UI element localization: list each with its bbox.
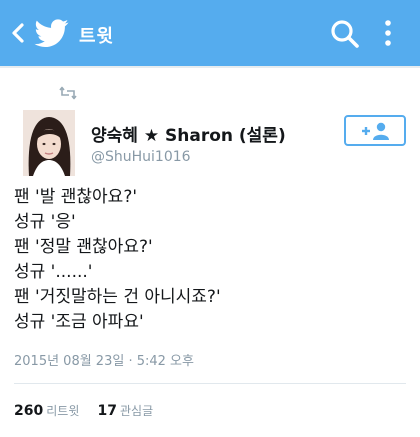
likes-count: 17	[97, 403, 117, 419]
follow-person-icon	[362, 122, 389, 140]
retweets-count: 260	[14, 403, 44, 419]
likes-stat[interactable]: 17 관심글	[97, 403, 154, 419]
tweet-line: 성규 '응'	[14, 212, 76, 232]
tweet-line: 성규 '조금 아파요'	[14, 312, 144, 332]
avatar[interactable]	[23, 110, 75, 176]
tweet-line: 팬 '거짓말하는 건 아니시죠?'	[14, 287, 221, 307]
retweets-stat[interactable]: 260 리트윗	[14, 403, 80, 419]
stats-divider	[14, 383, 406, 384]
tweet-text: 팬 '발 괜찮아요?' 성규 '응' 팬 '정말 괜찮아요?' 성규 '....…	[14, 185, 221, 335]
likes-label: 관심글	[119, 404, 154, 418]
header-divider	[0, 66, 420, 68]
tweet-stats: 260 리트윗 17 관심글	[14, 402, 153, 419]
page-title: 트윗	[79, 26, 115, 47]
follow-button[interactable]	[344, 115, 406, 146]
author-handle[interactable]: @ShuHui1016	[91, 149, 191, 165]
author-name[interactable]: 양숙혜 ★ Sharon (설론)	[91, 121, 286, 146]
tweet-line: 팬 '발 괜찮아요?'	[14, 187, 138, 207]
more-vertical-icon[interactable]	[380, 18, 396, 48]
search-icon[interactable]	[329, 18, 361, 50]
retweet-icon	[59, 86, 77, 100]
twitter-bird-icon	[34, 19, 69, 48]
avatar-image	[23, 110, 75, 176]
back-arrow-icon[interactable]	[8, 22, 28, 44]
tweet-timestamp: 2015년 08월 23일 · 5:42 오후	[14, 354, 194, 369]
tweet-line: 성규 '......'	[14, 262, 93, 282]
tweet-line: 팬 '정말 괜찮아요?'	[14, 237, 153, 257]
top-app-bar: 트윗	[0, 0, 420, 66]
retweets-label: 리트윗	[46, 404, 80, 418]
